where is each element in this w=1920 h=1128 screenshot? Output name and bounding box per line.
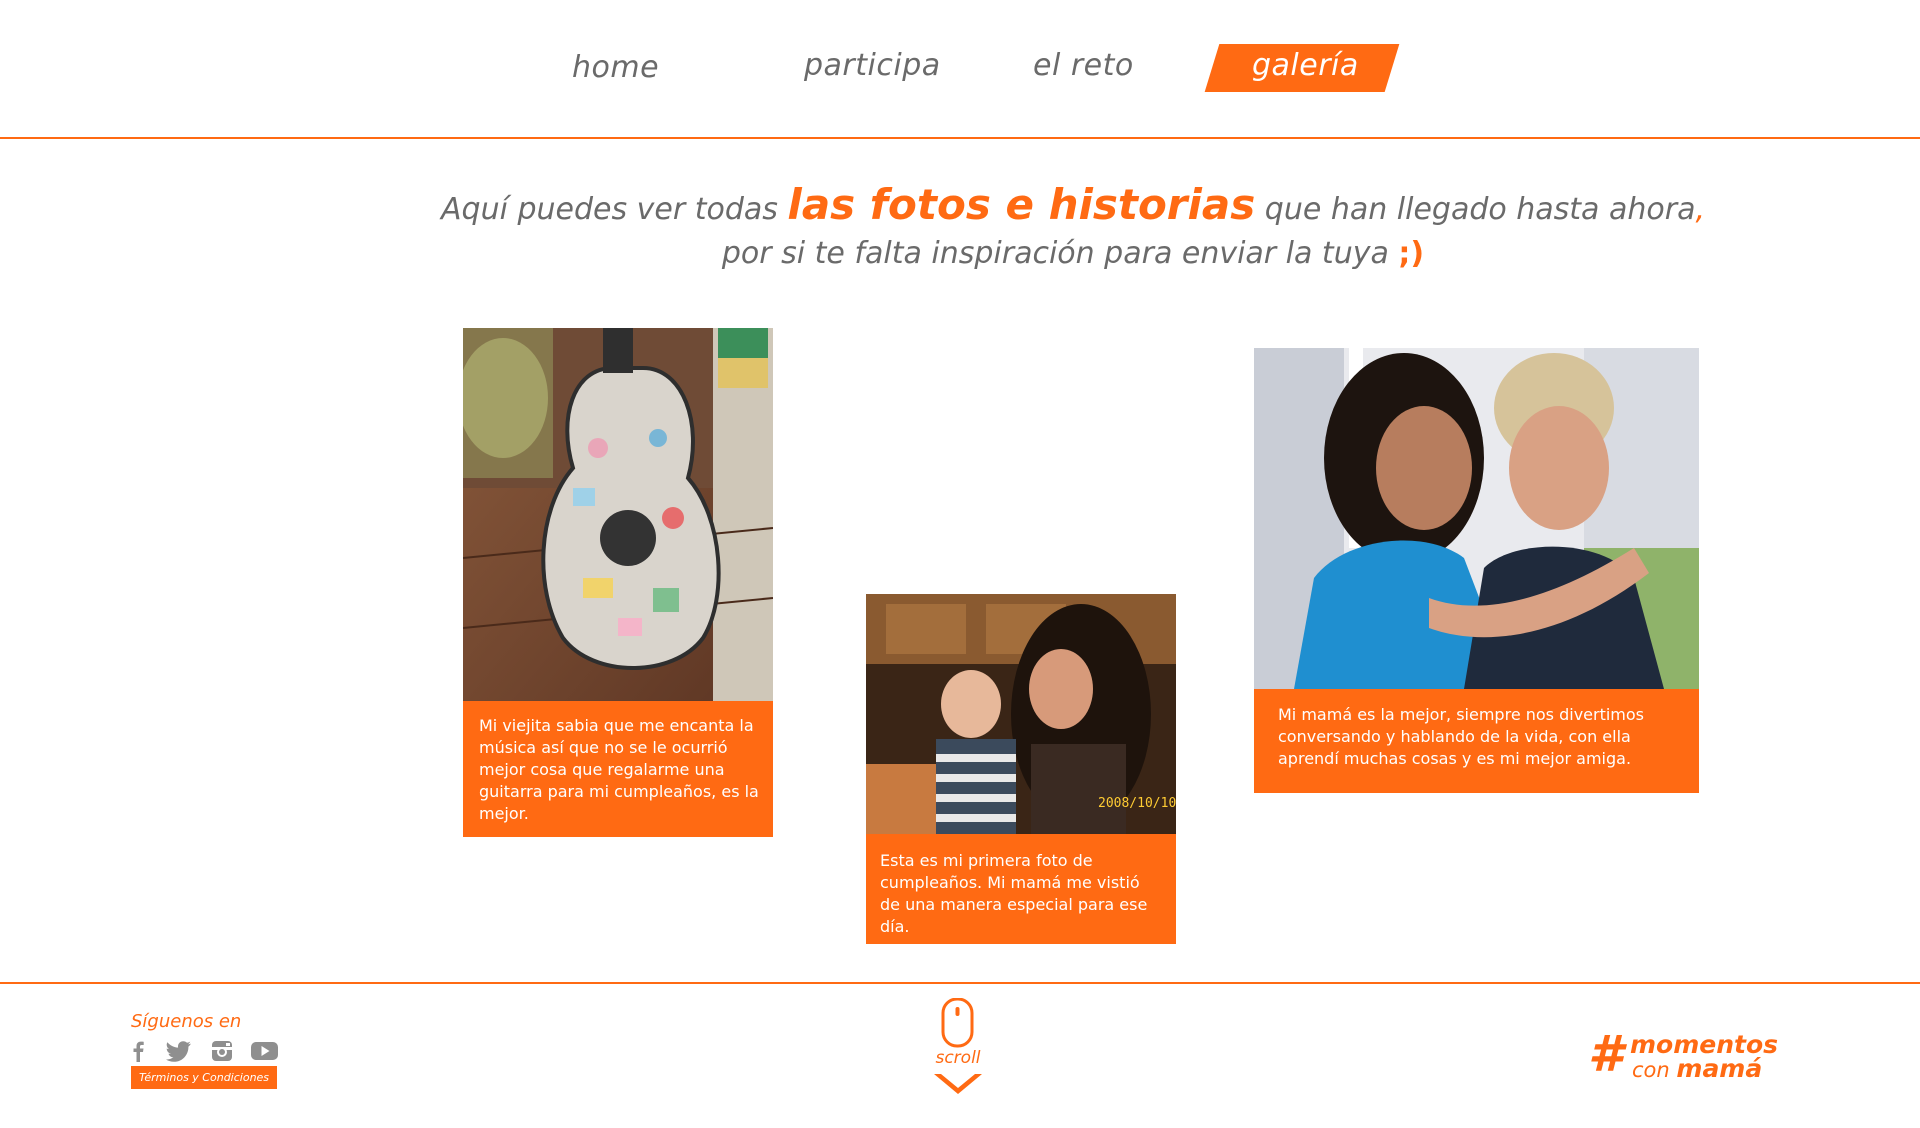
mother-caption: Mi mamá es la mejor, siempre nos diverti…: [1254, 689, 1699, 793]
wink-emoticon: ;): [1398, 236, 1425, 271]
instagram-icon[interactable]: [211, 1040, 233, 1062]
brand-line-2-pre: con: [1632, 1058, 1677, 1082]
brand-hash: #: [1588, 1025, 1623, 1083]
brand-line-2-bold: mamá: [1676, 1054, 1763, 1083]
intro-line-1: Aquí puedes ver todas las fotos e histor…: [0, 182, 1920, 233]
brand-logo: # momentos con mamá: [1588, 1026, 1778, 1084]
intro-text: Aquí puedes ver todas: [441, 192, 788, 227]
nav-divider: [0, 137, 1920, 139]
gallery-card-baby[interactable]: 2008/10/10 Esta es mi primera foto de cu…: [866, 594, 1176, 944]
mouse-icon: [941, 998, 974, 1048]
gallery-card-mother[interactable]: Mi mamá es la mejor, siempre nos diverti…: [1254, 348, 1699, 793]
nav-participa[interactable]: participa: [804, 48, 941, 83]
nav-el-reto[interactable]: el reto: [1033, 48, 1134, 83]
intro-text-post: que han llegado hasta ahora: [1255, 192, 1696, 227]
intro-highlight: las fotos e historias: [787, 180, 1256, 229]
top-navigation: home participa el reto galería: [0, 0, 1920, 139]
nav-home[interactable]: home: [572, 50, 659, 85]
twitter-icon[interactable]: [165, 1040, 192, 1062]
follow-label: Síguenos en: [131, 1011, 242, 1032]
guitar-photo: [463, 328, 773, 701]
gallery-intro: Aquí puedes ver todas las fotos e histor…: [0, 182, 1920, 275]
intro-line-2: por si te falta inspiración para enviar …: [0, 233, 1920, 275]
mother-photo: [1254, 348, 1699, 689]
scroll-label: scroll: [935, 1048, 981, 1068]
footer-divider: [0, 982, 1920, 984]
terms-link[interactable]: Términos y Condiciones: [131, 1066, 277, 1089]
nav-galeria[interactable]: galería: [1252, 48, 1359, 83]
gallery-card-guitar[interactable]: Mi viejita sabia que me encanta la músic…: [463, 328, 773, 837]
baby-photo: 2008/10/10: [866, 594, 1176, 834]
scroll-indicator[interactable]: scroll: [932, 998, 984, 1100]
baby-caption: Esta es mi primera foto de cumpleaños. M…: [866, 834, 1176, 944]
intro-comma: ,: [1695, 192, 1705, 227]
guitar-caption: Mi viejita sabia que me encanta la músic…: [463, 701, 773, 837]
chevron-down-icon: [934, 1074, 982, 1094]
brand-line-2: con mamá: [1632, 1056, 1762, 1083]
youtube-icon[interactable]: [251, 1040, 278, 1062]
facebook-icon[interactable]: [131, 1040, 145, 1062]
photo-datestamp: 2008/10/10: [1098, 796, 1176, 811]
intro-text-2: por si te falta inspiración para enviar …: [721, 236, 1399, 271]
